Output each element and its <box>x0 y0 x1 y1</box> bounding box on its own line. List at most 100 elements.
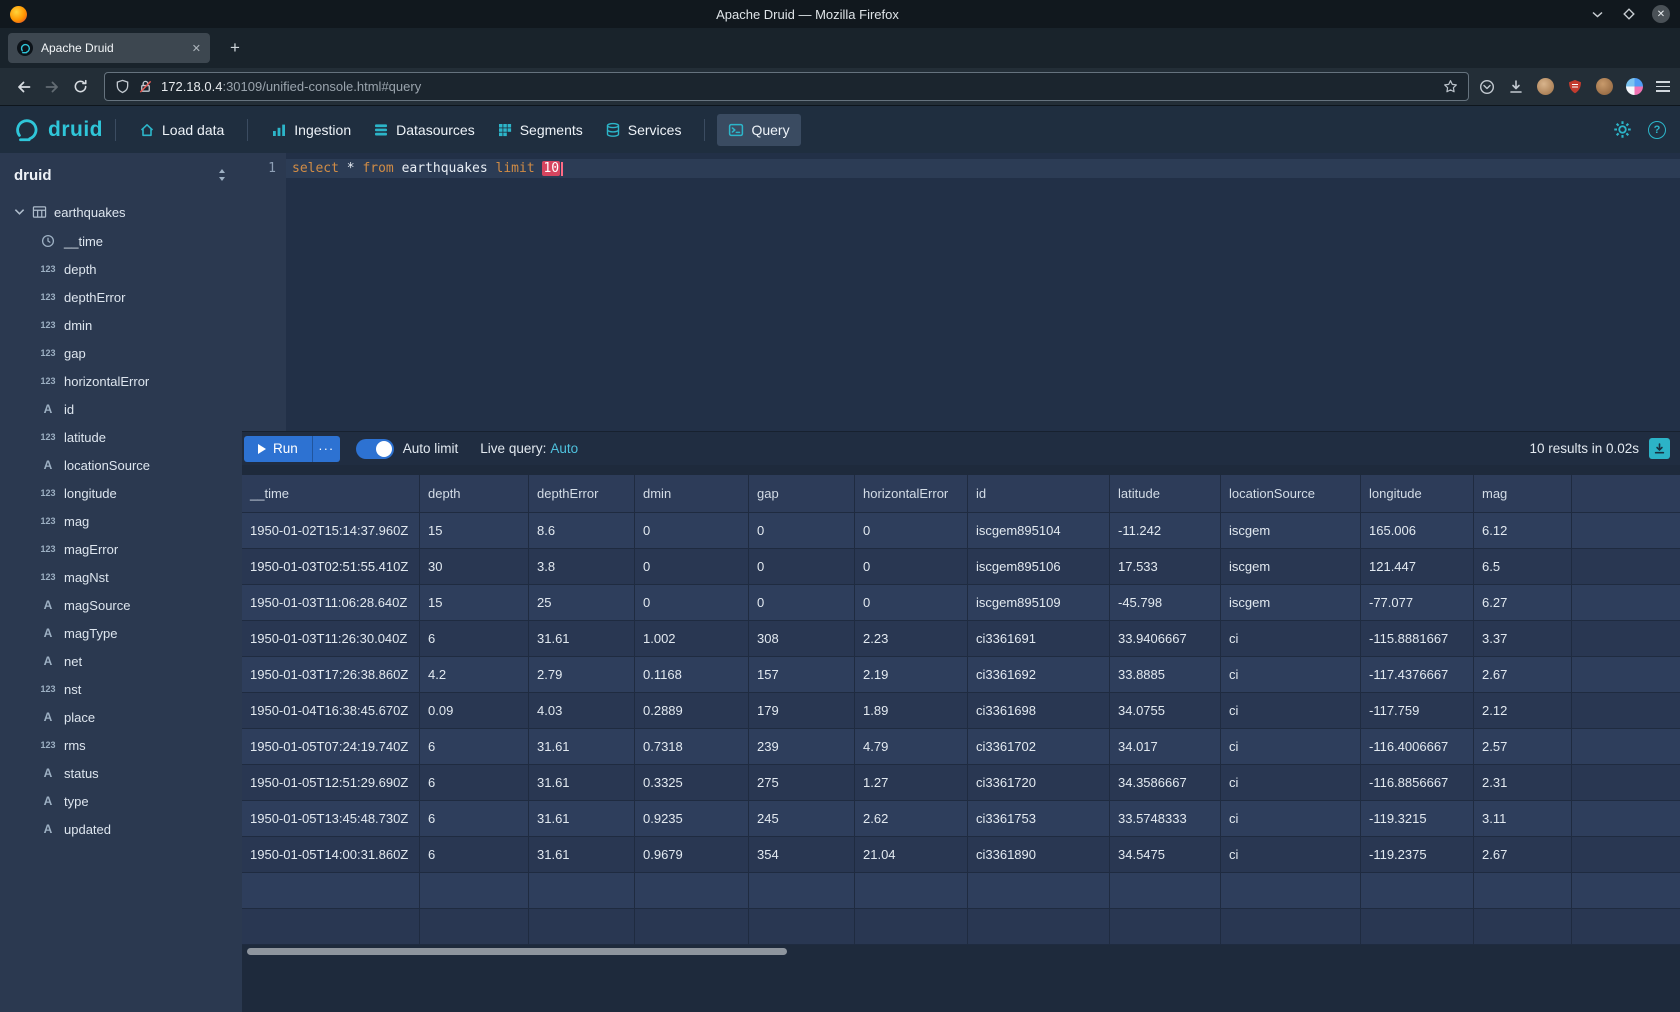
nav-item-load-data[interactable]: Load data <box>128 114 235 146</box>
result-cell[interactable]: 4.2 <box>420 657 529 693</box>
schema-column-magError[interactable]: 123magError <box>0 535 242 563</box>
column-header-depthError[interactable]: depthError <box>529 475 635 513</box>
result-cell[interactable]: 0.1168 <box>635 657 749 693</box>
column-header-id[interactable]: id <box>968 475 1110 513</box>
result-cell[interactable]: 3.37 <box>1474 621 1572 657</box>
result-cell[interactable]: 0 <box>749 585 855 621</box>
schema-column-updated[interactable]: Aupdated <box>0 815 242 843</box>
result-cell[interactable]: ci <box>1221 729 1361 765</box>
new-tab-button[interactable]: + <box>222 35 248 61</box>
window-close-button[interactable]: ✕ <box>1652 5 1670 23</box>
schema-column-type[interactable]: Atype <box>0 787 242 815</box>
result-cell[interactable]: 1950-01-05T07:24:19.740Z <box>242 729 420 765</box>
result-cell[interactable]: 3.11 <box>1474 801 1572 837</box>
result-cell[interactable]: 165.006 <box>1361 513 1474 549</box>
result-cell[interactable]: 179 <box>749 693 855 729</box>
run-more-button[interactable]: ··· <box>312 436 340 462</box>
schema-column-magType[interactable]: AmagType <box>0 619 242 647</box>
datasource-row-earthquakes[interactable]: earthquakes <box>0 197 242 227</box>
result-cell[interactable]: 0.9235 <box>635 801 749 837</box>
schema-column-locationSource[interactable]: AlocationSource <box>0 451 242 479</box>
druid-logo[interactable]: druid <box>14 117 103 143</box>
result-cell[interactable]: 1950-01-04T16:38:45.670Z <box>242 693 420 729</box>
back-button[interactable] <box>10 73 38 101</box>
result-cell[interactable]: ci3361692 <box>968 657 1110 693</box>
result-cell[interactable]: 31.61 <box>529 801 635 837</box>
result-cell[interactable]: 34.5475 <box>1110 837 1221 873</box>
schema-column-depthError[interactable]: 123depthError <box>0 283 242 311</box>
window-maximize-button[interactable] <box>1620 5 1638 23</box>
result-cell[interactable]: 2.67 <box>1474 837 1572 873</box>
result-cell[interactable]: -115.8881667 <box>1361 621 1474 657</box>
auto-limit-toggle[interactable] <box>356 439 394 459</box>
schema-column-latitude[interactable]: 123latitude <box>0 423 242 451</box>
result-cell[interactable]: 31.61 <box>529 729 635 765</box>
result-cell[interactable]: 33.5748333 <box>1110 801 1221 837</box>
nav-item-services[interactable]: Services <box>594 114 693 146</box>
result-cell[interactable]: -11.242 <box>1110 513 1221 549</box>
result-cell[interactable]: iscgem895109 <box>968 585 1110 621</box>
nav-item-query[interactable]: Query <box>717 114 800 146</box>
result-cell[interactable]: 0 <box>855 513 968 549</box>
schema-column-nst[interactable]: 123nst <box>0 675 242 703</box>
column-header-mag[interactable]: mag <box>1474 475 1572 513</box>
result-cell[interactable]: 245 <box>749 801 855 837</box>
result-cell[interactable]: iscgem <box>1221 549 1361 585</box>
extension-pinwheel-icon[interactable] <box>1626 78 1643 95</box>
column-header-horizontalError[interactable]: horizontalError <box>855 475 968 513</box>
forward-button[interactable] <box>38 73 66 101</box>
result-cell[interactable]: 2.12 <box>1474 693 1572 729</box>
result-cell[interactable]: 1.27 <box>855 765 968 801</box>
result-cell[interactable]: 2.57 <box>1474 729 1572 765</box>
result-cell[interactable]: 1950-01-03T17:26:38.860Z <box>242 657 420 693</box>
account-icon[interactable] <box>1537 78 1554 95</box>
result-cell[interactable]: -116.8856667 <box>1361 765 1474 801</box>
result-cell[interactable]: 275 <box>749 765 855 801</box>
menu-icon[interactable] <box>1656 81 1670 92</box>
result-cell[interactable]: 0.3325 <box>635 765 749 801</box>
reload-button[interactable] <box>66 73 94 101</box>
result-cell[interactable]: 157 <box>749 657 855 693</box>
query-text[interactable]: select * from earthquakes limit 10 <box>286 153 1680 431</box>
result-cell[interactable]: 6 <box>420 801 529 837</box>
result-cell[interactable]: 31.61 <box>529 621 635 657</box>
result-cell[interactable]: 0.2889 <box>635 693 749 729</box>
result-cell[interactable]: 0.9679 <box>635 837 749 873</box>
result-cell[interactable]: 354 <box>749 837 855 873</box>
ublock-icon[interactable] <box>1567 79 1583 95</box>
result-cell[interactable]: ci <box>1221 837 1361 873</box>
result-cell[interactable]: ci3361720 <box>968 765 1110 801</box>
result-cell[interactable]: 0.7318 <box>635 729 749 765</box>
result-cell[interactable]: 2.62 <box>855 801 968 837</box>
result-cell[interactable]: iscgem895106 <box>968 549 1110 585</box>
bookmark-star-icon[interactable] <box>1443 79 1458 94</box>
result-cell[interactable]: 239 <box>749 729 855 765</box>
result-cell[interactable]: 0 <box>635 585 749 621</box>
schema-column-rms[interactable]: 123rms <box>0 731 242 759</box>
result-cell[interactable]: 6 <box>420 765 529 801</box>
result-cell[interactable]: 31.61 <box>529 837 635 873</box>
result-cell[interactable]: ci3361698 <box>968 693 1110 729</box>
result-cell[interactable]: 0 <box>635 513 749 549</box>
schema-column-horizontalError[interactable]: 123horizontalError <box>0 367 242 395</box>
result-cell[interactable]: ci <box>1221 765 1361 801</box>
result-cell[interactable]: 15 <box>420 513 529 549</box>
schema-column-place[interactable]: Aplace <box>0 703 242 731</box>
result-cell[interactable]: 34.0755 <box>1110 693 1221 729</box>
result-cell[interactable]: 6.5 <box>1474 549 1572 585</box>
result-cell[interactable]: 0 <box>635 549 749 585</box>
result-cell[interactable]: 34.3586667 <box>1110 765 1221 801</box>
result-cell[interactable]: 0 <box>855 585 968 621</box>
result-cell[interactable]: ci <box>1221 621 1361 657</box>
result-cell[interactable]: 1.002 <box>635 621 749 657</box>
result-cell[interactable]: -119.3215 <box>1361 801 1474 837</box>
result-cell[interactable]: 2.23 <box>855 621 968 657</box>
result-cell[interactable]: ci <box>1221 801 1361 837</box>
column-header-latitude[interactable]: latitude <box>1110 475 1221 513</box>
pocket-icon[interactable] <box>1479 79 1495 95</box>
schema-column-magSource[interactable]: AmagSource <box>0 591 242 619</box>
result-cell[interactable]: ci3361890 <box>968 837 1110 873</box>
schema-column-__time[interactable]: __time <box>0 227 242 255</box>
column-header-locationSource[interactable]: locationSource <box>1221 475 1361 513</box>
schema-column-depth[interactable]: 123depth <box>0 255 242 283</box>
